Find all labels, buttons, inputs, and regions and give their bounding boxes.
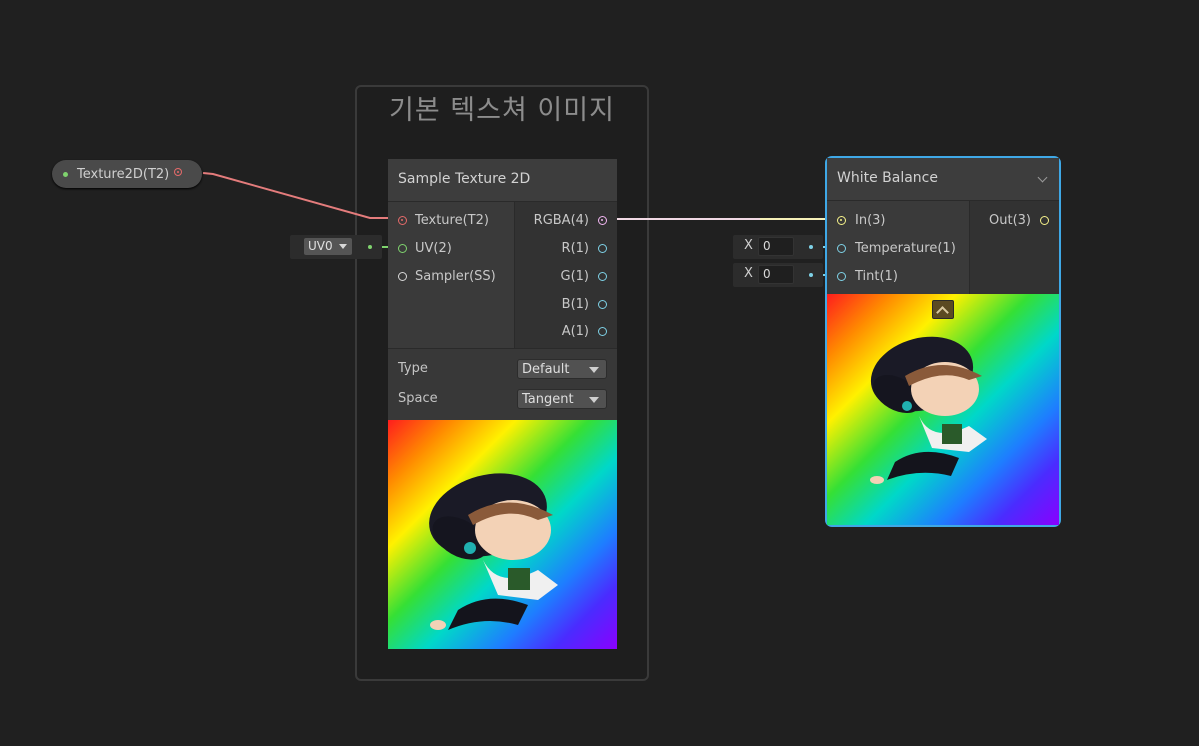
r-port[interactable]: [598, 244, 607, 253]
node-title: Sample Texture 2D: [398, 171, 531, 187]
temperature-axis-label: X: [744, 238, 753, 253]
uv-channel-dropdown[interactable]: UV0: [304, 238, 352, 255]
tint-value-field[interactable]: 0: [758, 265, 794, 284]
output-label: RGBA(4): [533, 213, 589, 228]
node-header[interactable]: White Balance: [827, 158, 1059, 201]
sampler-port[interactable]: [398, 272, 407, 281]
b-port[interactable]: [598, 300, 607, 309]
input-label: Texture(T2): [415, 213, 489, 228]
input-label: Temperature(1): [855, 241, 956, 256]
space-dropdown[interactable]: Tangent: [517, 389, 607, 409]
out-port[interactable]: [1040, 216, 1049, 225]
uv-inline-field: UV0: [290, 235, 382, 259]
chibi-character-image: [429, 473, 558, 630]
type-value: Default: [522, 362, 570, 377]
sample-texture-2d-node[interactable]: Sample Texture 2D Texture(T2) UV(2) Samp…: [388, 159, 617, 649]
node-header[interactable]: Sample Texture 2D: [388, 159, 617, 202]
input-label: UV(2): [415, 241, 452, 256]
uv-port[interactable]: [398, 244, 407, 253]
wire-texture: [202, 172, 398, 219]
texture-preview: [388, 420, 617, 649]
tint-inline-field: X 0: [733, 263, 823, 287]
tint-port[interactable]: [837, 272, 846, 281]
texture2d-property-node[interactable]: Texture2D(T2): [52, 160, 202, 188]
input-label: In(3): [855, 213, 886, 228]
output-b[interactable]: B(1): [507, 295, 607, 315]
a-port[interactable]: [598, 327, 607, 336]
white-balance-preview: [827, 294, 1059, 525]
in-port[interactable]: [837, 216, 846, 225]
input-label: Sampler(SS): [415, 269, 496, 284]
tint-connector-dot: [809, 273, 813, 277]
property-label: Texture2D(T2): [77, 167, 170, 182]
chevron-down-icon: [339, 244, 347, 249]
type-dropdown[interactable]: Default: [517, 359, 607, 379]
output-out[interactable]: Out(3): [969, 211, 1049, 231]
node-settings: Type Default Space Tangent: [388, 348, 617, 421]
uv-connector-dot: [368, 245, 372, 249]
output-g[interactable]: G(1): [507, 267, 607, 287]
uv-channel-value: UV0: [308, 239, 333, 253]
output-label: R(1): [561, 241, 589, 256]
output-label: A(1): [561, 324, 589, 339]
texture-port[interactable]: [398, 216, 407, 225]
temperature-port[interactable]: [837, 244, 846, 253]
g-port[interactable]: [598, 272, 607, 281]
property-indicator-icon: [63, 172, 68, 177]
collapse-preview-icon[interactable]: [932, 300, 954, 319]
temperature-inline-field: X 0: [733, 235, 823, 259]
node-title: White Balance: [837, 170, 938, 186]
temperature-value-field[interactable]: 0: [758, 237, 794, 256]
space-value: Tangent: [522, 392, 574, 407]
output-r[interactable]: R(1): [507, 239, 607, 259]
output-a[interactable]: A(1): [507, 322, 607, 342]
chevron-down-icon[interactable]: [1037, 172, 1048, 183]
temperature-value: 0: [763, 239, 771, 253]
output-rgba[interactable]: RGBA(4): [507, 211, 607, 231]
tint-value: 0: [763, 267, 771, 281]
property-output-port[interactable]: [174, 168, 182, 176]
white-balance-node[interactable]: White Balance In(3) Temperature(1) Tint(…: [825, 156, 1061, 527]
rgba-port[interactable]: [598, 216, 607, 225]
chibi-character-image: [870, 336, 987, 484]
input-label: Tint(1): [855, 269, 898, 284]
chevron-down-icon: [589, 367, 599, 373]
space-label: Space: [398, 391, 438, 406]
output-label: Out(3): [989, 213, 1031, 228]
temperature-connector-dot: [809, 245, 813, 249]
output-label: G(1): [560, 269, 590, 284]
chevron-down-icon: [589, 397, 599, 403]
type-label: Type: [398, 361, 428, 376]
tint-axis-label: X: [744, 266, 753, 281]
output-label: B(1): [561, 297, 589, 312]
